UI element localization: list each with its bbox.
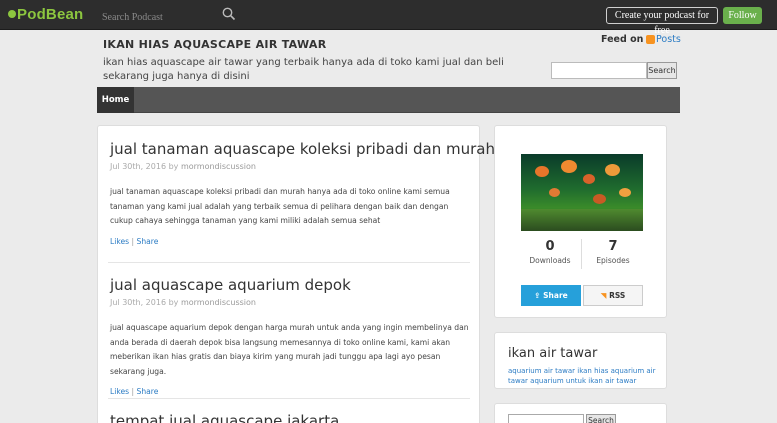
post-item: jual aquascape aquarium depok Jul 30th, … bbox=[110, 276, 470, 396]
post-meta: Jul 30th, 2016 by mormondiscussion bbox=[110, 298, 470, 307]
sidebar-search-input[interactable] bbox=[508, 414, 584, 423]
rss-icon bbox=[646, 35, 655, 44]
post-title[interactable]: tempat jual aquascape jakarta bbox=[110, 412, 470, 423]
tag-box: ikan air tawar aquarium air tawar ikan h… bbox=[494, 332, 667, 389]
fish-shape bbox=[583, 174, 595, 184]
stat-divider bbox=[581, 239, 582, 269]
share-link[interactable]: Share bbox=[137, 387, 159, 396]
rss-button-label: RSS bbox=[609, 291, 626, 300]
post-item: jual tanaman aquascape koleksi pribadi d… bbox=[110, 140, 495, 246]
post-by: by bbox=[168, 162, 179, 171]
header-search-button[interactable]: Search bbox=[647, 62, 677, 79]
post-title[interactable]: jual tanaman aquascape koleksi pribadi d… bbox=[110, 140, 495, 158]
rss-feed-icon: ◥ bbox=[600, 291, 610, 300]
follow-button[interactable]: Follow bbox=[723, 7, 762, 24]
post-by: by bbox=[168, 298, 179, 307]
likes-link[interactable]: Likes bbox=[110, 237, 129, 246]
logo-text: PodBean bbox=[17, 6, 84, 23]
podbean-logo[interactable]: PodBean bbox=[8, 6, 83, 23]
downloads-count: 0 bbox=[545, 239, 555, 254]
sidebar-search-box: Search bbox=[494, 403, 667, 423]
podbean-logo-icon bbox=[8, 10, 16, 18]
action-separator: | bbox=[131, 236, 135, 246]
post-author[interactable]: mormondiscussion bbox=[181, 162, 256, 171]
site-title[interactable]: IKAN HIAS AQUASCAPE AIR TAWAR bbox=[103, 38, 327, 51]
episodes-count: 7 bbox=[608, 239, 618, 254]
downloads-label: Downloads bbox=[529, 256, 571, 265]
post-date: Jul 30th, 2016 bbox=[110, 162, 167, 171]
header-search-input[interactable] bbox=[551, 62, 647, 79]
nav-home-tab[interactable]: Home bbox=[97, 87, 134, 113]
fish-shape bbox=[619, 188, 631, 197]
post-meta: Jul 30th, 2016 by mormondiscussion bbox=[110, 162, 470, 171]
post-body: jual tanaman aquascape koleksi pribadi d… bbox=[110, 187, 450, 225]
post-divider bbox=[108, 262, 470, 263]
main-content: jual tanaman aquascape koleksi pribadi d… bbox=[97, 125, 495, 423]
post-item: tempat jual aquascape jakarta bbox=[110, 412, 470, 423]
fish-shape bbox=[561, 160, 577, 173]
fish-shape bbox=[549, 188, 560, 197]
nav-bar: Home bbox=[97, 87, 680, 113]
downloads-stat: 0 Downloads bbox=[520, 239, 580, 265]
post-date: Jul 30th, 2016 bbox=[110, 298, 167, 307]
share-link[interactable]: Share bbox=[137, 237, 159, 246]
share-icon: ⇪ bbox=[534, 291, 544, 300]
tag-links[interactable]: aquarium air tawar ikan hias aquarium ai… bbox=[508, 366, 658, 386]
posts-feed-link[interactable]: Posts bbox=[656, 34, 681, 45]
fish-shape bbox=[605, 164, 620, 176]
post-divider bbox=[108, 398, 470, 399]
likes-link[interactable]: Likes bbox=[110, 387, 129, 396]
post-body: jual aquascape aquarium depok dengan har… bbox=[110, 323, 469, 376]
podcast-info-card: 0 Downloads 7 Episodes ⇪ Share ◥ RSS bbox=[494, 125, 667, 318]
site-description: ikan hias aquascape air tawar yang terba… bbox=[103, 57, 504, 82]
search-input[interactable] bbox=[98, 8, 242, 27]
share-button[interactable]: ⇪ Share bbox=[521, 285, 581, 306]
create-podcast-button[interactable]: Create your podcast for free bbox=[606, 7, 718, 36]
post-title[interactable]: jual aquascape aquarium depok bbox=[110, 276, 470, 294]
fish-shape bbox=[593, 194, 606, 204]
top-bar: PodBean Create your podcast for free Fol… bbox=[0, 0, 777, 36]
share-button-label: Share bbox=[543, 291, 568, 300]
post-actions: Likes | Share bbox=[110, 387, 470, 396]
podcast-thumbnail[interactable] bbox=[521, 154, 643, 231]
search-icon[interactable] bbox=[222, 7, 236, 21]
episodes-stat: 7 Episodes bbox=[583, 239, 643, 265]
tag-title: ikan air tawar bbox=[508, 346, 598, 361]
rss-button[interactable]: ◥ RSS bbox=[583, 285, 643, 306]
aquarium-plants bbox=[521, 209, 643, 231]
fish-shape bbox=[535, 166, 549, 177]
post-actions: Likes | Share bbox=[110, 237, 470, 246]
podcast-search bbox=[98, 5, 242, 27]
sidebar-search-button[interactable]: Search bbox=[586, 414, 616, 423]
feed-on-label: Feed on bbox=[601, 34, 644, 45]
episodes-label: Episodes bbox=[596, 256, 630, 265]
post-author[interactable]: mormondiscussion bbox=[181, 298, 256, 307]
action-separator: | bbox=[131, 387, 135, 396]
